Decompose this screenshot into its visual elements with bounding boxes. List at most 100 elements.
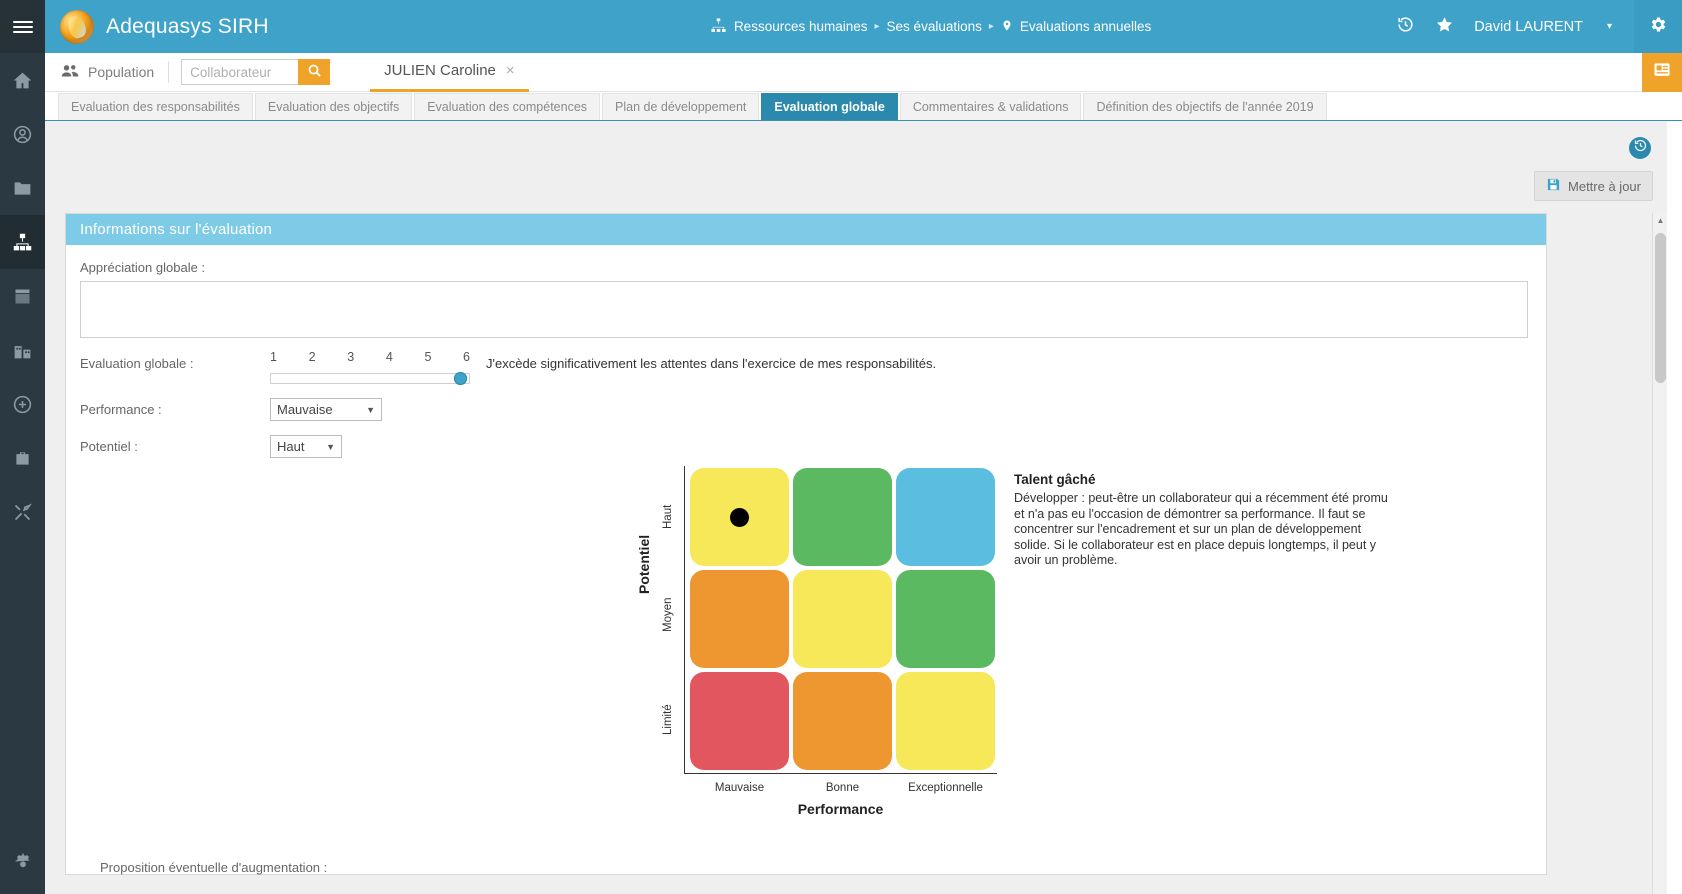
slider-tick-4: 4 — [385, 350, 393, 364]
search-input[interactable] — [181, 59, 299, 85]
matrix-cell-moyen-mauvaise[interactable] — [688, 568, 791, 670]
close-icon[interactable]: × — [506, 62, 515, 79]
evaluation-history-button[interactable] — [1629, 137, 1651, 159]
appreciation-row: Appréciation globale : — [66, 257, 1546, 281]
panel-body: Appréciation globale : Evaluation global… — [66, 245, 1546, 875]
tab-evaluation-responsabilites[interactable]: Evaluation des responsabilités — [58, 93, 253, 120]
settings-button[interactable] — [1634, 0, 1682, 53]
search-group — [181, 59, 331, 85]
add-circle-icon — [12, 394, 33, 415]
breadcrumb-item-0[interactable]: Ressources humaines — [734, 19, 868, 34]
matrix-cell-haut-exceptionnelle[interactable] — [894, 466, 997, 568]
matrix-cell-moyen-exceptionnelle[interactable] — [894, 568, 997, 670]
rail-item-settings[interactable] — [0, 834, 45, 888]
scroll-up-icon[interactable]: ▲ — [1653, 213, 1667, 228]
star-icon[interactable] — [1435, 15, 1454, 39]
matrix-cell-haut-bonne[interactable] — [791, 466, 894, 568]
population-button[interactable]: Population — [45, 53, 168, 91]
menu-toggle-button[interactable] — [0, 0, 45, 53]
brand-title: Adequasys SIRH — [106, 14, 269, 38]
rail-bottom-group — [0, 834, 45, 888]
augmentation-label: Proposition éventuelle d'augmentation : — [100, 860, 328, 875]
tab-evaluation-globale[interactable]: Evaluation globale — [761, 93, 898, 120]
tab-definition-objectifs[interactable]: Définition des objectifs de l'année 2019 — [1083, 93, 1327, 120]
potential-select[interactable]: Haut ▼ — [270, 435, 342, 458]
performance-value: Mauvaise — [277, 402, 333, 417]
page-content: Mettre à jour Informations sur l'évaluat… — [45, 121, 1667, 894]
update-button[interactable]: Mettre à jour — [1534, 171, 1653, 201]
hamburger-icon — [12, 18, 33, 36]
matrix-description: Talent gâché Développer : peut-être un c… — [1014, 472, 1394, 569]
matrix-x-tick-exceptionnelle: Exceptionnelle — [908, 782, 983, 794]
matrix-row-moyen — [688, 568, 997, 670]
performance-select[interactable]: Mauvaise ▼ — [270, 398, 382, 421]
breadcrumb-item-2[interactable]: Evaluations annuelles — [1020, 19, 1151, 34]
matrix-cell-moyen-bonne[interactable] — [791, 568, 894, 670]
slider-tick-1: 1 — [270, 350, 277, 364]
tab-evaluation-objectifs[interactable]: Evaluation des objectifs — [254, 93, 413, 120]
settings-gear-icon — [13, 851, 33, 871]
population-label: Population — [88, 64, 155, 80]
rail-item-planning[interactable] — [0, 269, 45, 323]
briefcase-icon — [12, 448, 33, 469]
tab-evaluation-competences[interactable]: Evaluation des compétences — [414, 93, 601, 120]
matrix-cell-limite-mauvaise[interactable] — [688, 670, 791, 772]
org-chart-icon — [12, 232, 33, 253]
rail-item-profile[interactable] — [0, 107, 45, 161]
rail-item-jobs[interactable] — [0, 431, 45, 485]
slider-tick-6: 6 — [463, 350, 470, 364]
matrix-description-text: Développer : peut-être un collaborateur … — [1014, 491, 1388, 567]
home-icon — [12, 70, 33, 91]
rail-item-organisation[interactable] — [0, 215, 45, 269]
evaluation-slider[interactable]: 1 2 3 4 5 6 — [270, 350, 470, 385]
search-button[interactable] — [298, 59, 331, 85]
scrollbar-thumb[interactable] — [1655, 233, 1666, 383]
slider-track[interactable] — [270, 372, 470, 385]
user-name-label[interactable]: David LAURENT — [1474, 19, 1583, 35]
matrix-row-haut — [688, 466, 997, 568]
breadcrumb-item-1[interactable]: Ses évaluations — [887, 19, 982, 34]
appreciation-textarea[interactable] — [80, 281, 1528, 338]
rail-item-tools[interactable] — [0, 485, 45, 539]
calendar-icon — [12, 286, 33, 307]
gear-icon — [1649, 15, 1668, 39]
person-tab-julien-caroline[interactable]: JULIEN Caroline × — [370, 53, 529, 92]
matrix-row-limite — [688, 670, 997, 772]
rail-item-documents[interactable] — [0, 161, 45, 215]
matrix-cell-limite-bonne[interactable] — [791, 670, 894, 772]
chevron-down-icon: ▼ — [366, 404, 375, 415]
performance-row: Performance : Mauvaise ▼ — [66, 398, 1546, 421]
matrix-cell-limite-exceptionnelle[interactable] — [894, 670, 997, 772]
location-pin-icon — [1001, 18, 1013, 36]
slider-tick-3: 3 — [347, 350, 355, 364]
slider-tick-2: 2 — [308, 350, 316, 364]
matrix-description-title: Talent gâché — [1014, 472, 1096, 487]
rail-item-add[interactable] — [0, 377, 45, 431]
history-icon[interactable] — [1396, 15, 1415, 39]
search-icon — [307, 63, 322, 81]
rail-item-company[interactable] — [0, 323, 45, 377]
matrix-cell-haut-mauvaise[interactable] — [688, 466, 791, 568]
matrix-x-axis-line — [684, 773, 997, 774]
tab-plan-de-developpement[interactable]: Plan de développement — [602, 93, 760, 120]
page-scrollbar[interactable]: ▲ ▼ — [1652, 213, 1667, 894]
slider-tick-labels: 1 2 3 4 5 6 — [270, 350, 470, 364]
potential-label: Potentiel : — [80, 439, 138, 454]
matrix-y-tick-limite: Limité — [662, 704, 674, 735]
toolbar-right-action[interactable] — [1642, 52, 1682, 92]
slider-description: J'excède significativement les attentes … — [486, 356, 937, 371]
chevron-down-icon[interactable]: ▾ — [1607, 21, 1612, 32]
tab-commentaires-validations[interactable]: Commentaires & validations — [899, 93, 1082, 120]
evaluation-global-label: Evaluation globale : — [80, 356, 194, 371]
folder-icon — [12, 178, 33, 199]
matrix-y-axis-line — [684, 466, 685, 774]
update-bar: Mettre à jour — [1534, 171, 1653, 201]
nine-box-matrix-area: Potentiel Haut Moyen Limité Mauvaise Bon… — [66, 466, 1546, 856]
population-toolbar: Population JULIEN Caroline × — [45, 52, 1682, 92]
breadcrumb-org-icon — [710, 17, 727, 37]
rail-item-home[interactable] — [0, 53, 45, 107]
slider-handle[interactable] — [454, 372, 467, 385]
update-button-label: Mettre à jour — [1568, 178, 1641, 194]
breadcrumb-separator-1: ▸ — [988, 21, 994, 32]
app-header: Adequasys SIRH Ressources humaines ▸ Ses… — [45, 0, 1682, 53]
